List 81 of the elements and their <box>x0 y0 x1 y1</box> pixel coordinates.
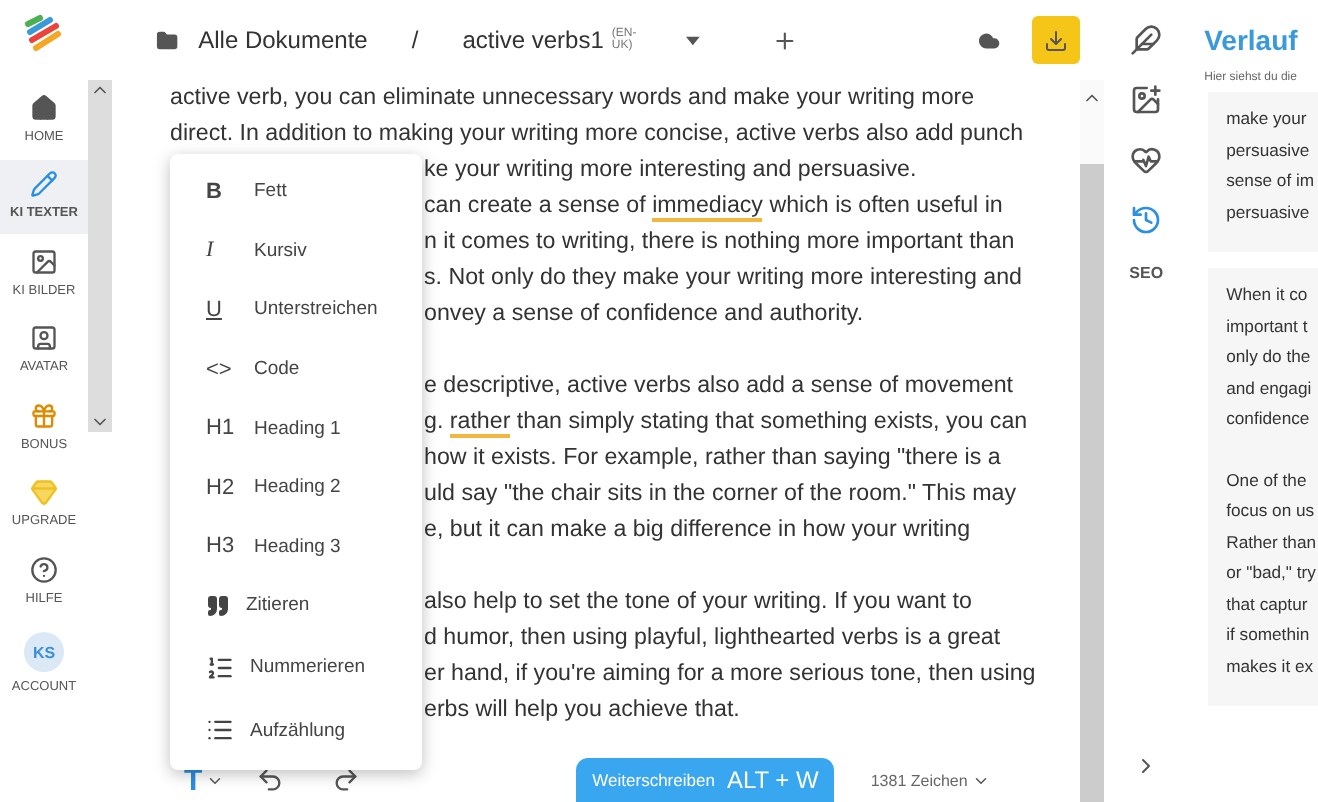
help-icon <box>30 555 58 584</box>
history-text-line: persuasive <box>1226 137 1310 164</box>
menu-item[interactable]: Aufzählung <box>170 716 422 745</box>
numbered-list-icon <box>206 653 234 682</box>
history-card[interactable]: make your persuasive sense of im persuasive <box>1208 92 1318 252</box>
menu-item[interactable]: H2 Heading 2 <box>170 475 422 500</box>
menu-item[interactable]: U Unterstreichen <box>170 297 422 322</box>
history-text-line: focus on us <box>1226 498 1315 524</box>
panel-title: Verlauf <box>1202 24 1300 56</box>
editor-text-line: uld say "the chair sits in the corner of the room." This may <box>424 478 1017 510</box>
history-text-line: makes it ex <box>1226 653 1314 679</box>
heart-icon[interactable] <box>1130 144 1163 176</box>
history-text-line: persuasive <box>1226 199 1310 226</box>
gift-icon <box>30 401 58 430</box>
scrollbar[interactable] <box>1080 80 1105 802</box>
menu-item[interactable]: Zitieren <box>170 593 422 618</box>
pencil-icon <box>30 170 58 199</box>
breadcrumb-separator: / <box>411 26 419 54</box>
format-glyph: B <box>206 179 224 204</box>
menu-item[interactable]: I Kursiv <box>170 238 422 263</box>
editor-text-line: onvey a sense of confidence and authority. <box>424 298 864 330</box>
editor-text-line: s. Not only do they make your writing more interesting and <box>424 262 1023 294</box>
editor-text-line: g. rather than simply stating that something exists, you can <box>424 406 1028 440</box>
bullet-list-icon <box>206 716 234 745</box>
image-icon[interactable] <box>1130 84 1163 116</box>
format-glyph: H3 <box>206 534 237 559</box>
account-avatar: KS <box>24 632 64 673</box>
home-icon <box>30 94 58 122</box>
menu-item[interactable]: H3 Heading 3 <box>170 534 422 559</box>
gem-icon <box>30 478 58 507</box>
editor-text-line: e descriptive, active verbs also add a sense of movement <box>424 370 1014 402</box>
history-text-line: sense of im <box>1226 168 1315 194</box>
history-text-line: When it co <box>1226 282 1308 308</box>
history-text-line: or "bad," try <box>1226 560 1316 586</box>
format-glyph: U <box>206 297 224 322</box>
editor-text-line: can create a sense of immediacy which is often useful in <box>424 190 1003 224</box>
logo-icon <box>22 12 66 56</box>
format-glyph: <> <box>206 357 234 382</box>
character-count[interactable]: 1381 Zeichen <box>870 771 968 789</box>
download-button[interactable] <box>1032 16 1081 64</box>
editor-text-line: n it comes to writing, there is nothing more important than <box>424 226 1015 258</box>
format-glyph: H1 <box>206 416 237 441</box>
history-text-line: One of the <box>1226 467 1307 493</box>
history-text-line: make your <box>1226 106 1307 132</box>
menu-item[interactable]: B Fett <box>170 179 422 204</box>
editor-text-line: d humor, then using playful, lighthearted verbs is a great <box>424 622 1001 654</box>
history-card[interactable]: When it co important t only do the and engagi confidence One of the focus on us Rather than or "bad," try that captur if somethin makes it ex <box>1208 268 1318 706</box>
seo-tool[interactable]: SEO <box>1129 264 1164 282</box>
editor-text-line: also help to set the tone of your writing. If you want to <box>424 586 972 618</box>
history-text-line: only do the <box>1226 344 1311 370</box>
scrollbar[interactable] <box>88 80 112 432</box>
history-text-line: Rather than <box>1226 529 1317 555</box>
editor-text-line: direct. In addition to making your writing more concise, active verbs also add punch <box>170 118 1024 150</box>
download-icon <box>1044 27 1069 53</box>
caret-icon[interactable] <box>686 35 701 45</box>
format-glyph: I <box>206 238 216 263</box>
editor-text-line: erbs will help you achieve that. <box>424 694 740 726</box>
editor-text-line: e, but it can make a big difference in how your writing <box>424 514 971 546</box>
feather-icon[interactable] <box>1130 24 1163 56</box>
history-text-line: if somethin <box>1226 622 1310 648</box>
format-glyph: H2 <box>206 475 237 500</box>
history-text-line: important t <box>1226 313 1308 340</box>
document-title[interactable]: active verbs1 <box>462 26 604 54</box>
avatar-icon <box>30 324 58 353</box>
breadcrumb-link[interactable]: Alle Dokumente <box>198 26 368 54</box>
editor-text-line: active verb, you can eliminate unnecessary words and make your writing more <box>170 82 975 114</box>
menu-item[interactable]: <> Code <box>170 357 422 382</box>
history-text-line: and engagi <box>1226 375 1312 402</box>
history-text-line: confidence <box>1226 406 1310 432</box>
menu-item[interactable]: H1 Heading 1 <box>170 416 422 441</box>
undo-icon[interactable] <box>256 766 285 794</box>
quote-icon <box>206 593 230 618</box>
editor-text-line: how it exists. For example, rather than saying "there is a <box>424 442 1001 474</box>
redo-icon[interactable] <box>332 766 361 794</box>
editor-text-line: er hand, if you're aiming for a more serious tone, then using <box>424 658 1036 690</box>
folder-icon <box>156 27 179 53</box>
menu-item[interactable]: Nummerieren <box>170 653 422 682</box>
image-icon <box>30 247 58 276</box>
history-icon[interactable] <box>1130 204 1163 236</box>
editor-text-line: ke your writing more interesting and persuasive. <box>424 154 917 186</box>
history-text-line: that captur <box>1226 591 1308 618</box>
